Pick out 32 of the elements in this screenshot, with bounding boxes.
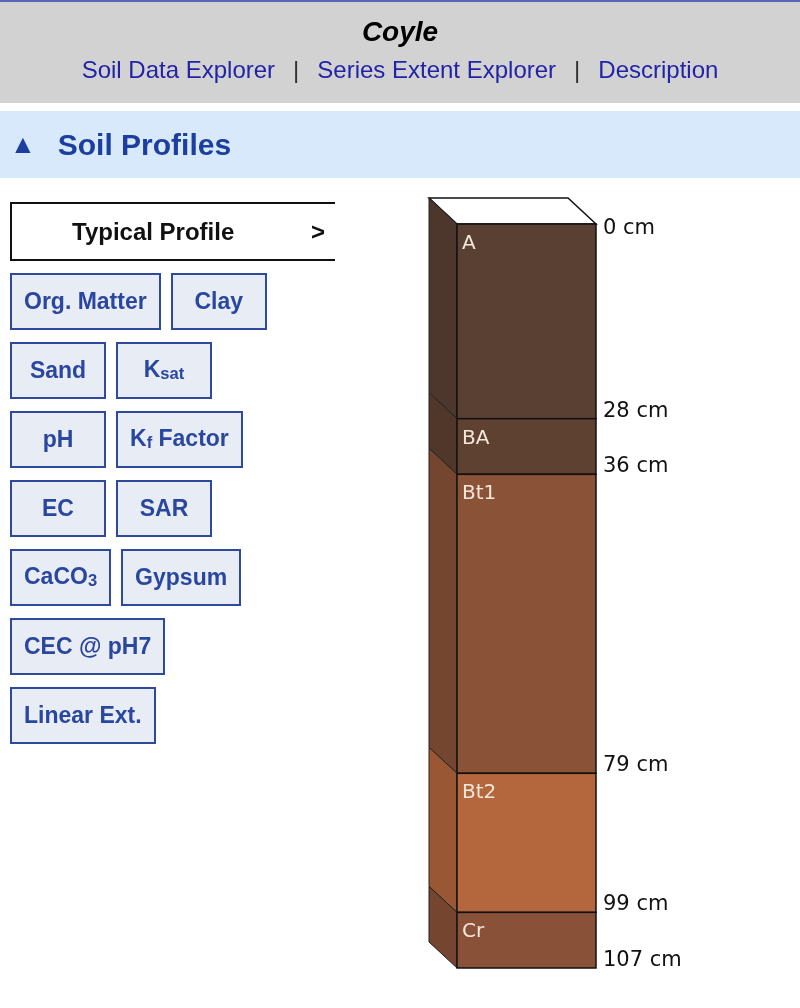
property-button[interactable]: SAR [116, 480, 212, 537]
nav-link[interactable]: Soil Data Explorer [81, 56, 276, 84]
depth-label: 0 cm [603, 215, 656, 239]
property-button[interactable]: K$_{sat}$ [116, 342, 212, 399]
property-button[interactable]: Gypsum [121, 549, 242, 606]
depth-label: 28 cm [603, 397, 669, 422]
property-button[interactable]: Sand [10, 342, 106, 399]
typical-profile-tab[interactable]: Typical Profile > [10, 202, 335, 261]
nav-separator: | [574, 56, 581, 84]
property-button[interactable]: Linear Ext. [10, 687, 156, 744]
property-button[interactable]: CEC @ pH7 [10, 618, 166, 675]
depth-label: 79 cm [603, 752, 669, 777]
nav-link[interactable]: Series Extent Explorer [317, 56, 557, 84]
horizon-label: BA [462, 424, 490, 449]
horizon-label: Cr [462, 918, 485, 943]
property-button[interactable]: K$_{f}$ Factor [116, 411, 243, 468]
nav-separator: | [293, 56, 300, 84]
depth-label: 36 cm [603, 453, 669, 478]
depth-label: 107 cm [603, 947, 682, 971]
collapse-toggle[interactable]: ▲ [10, 129, 36, 160]
property-button[interactable]: Org. Matter [10, 273, 161, 330]
horizon-label: Bt2 [462, 779, 497, 804]
section-title: Soil Profiles [57, 127, 232, 162]
horizon-label: Bt1 [462, 480, 497, 505]
horizon-label: A [462, 230, 476, 254]
property-button[interactable]: EC [10, 480, 106, 537]
nav-link[interactable]: Description [598, 56, 719, 84]
page-title: Coyle [361, 16, 439, 48]
property-button[interactable]: pH [10, 411, 106, 468]
property-button[interactable]: CaCO$_{3}$ [10, 549, 112, 606]
property-button[interactable]: Clay [170, 273, 267, 330]
depth-label: 99 cm [603, 891, 669, 916]
